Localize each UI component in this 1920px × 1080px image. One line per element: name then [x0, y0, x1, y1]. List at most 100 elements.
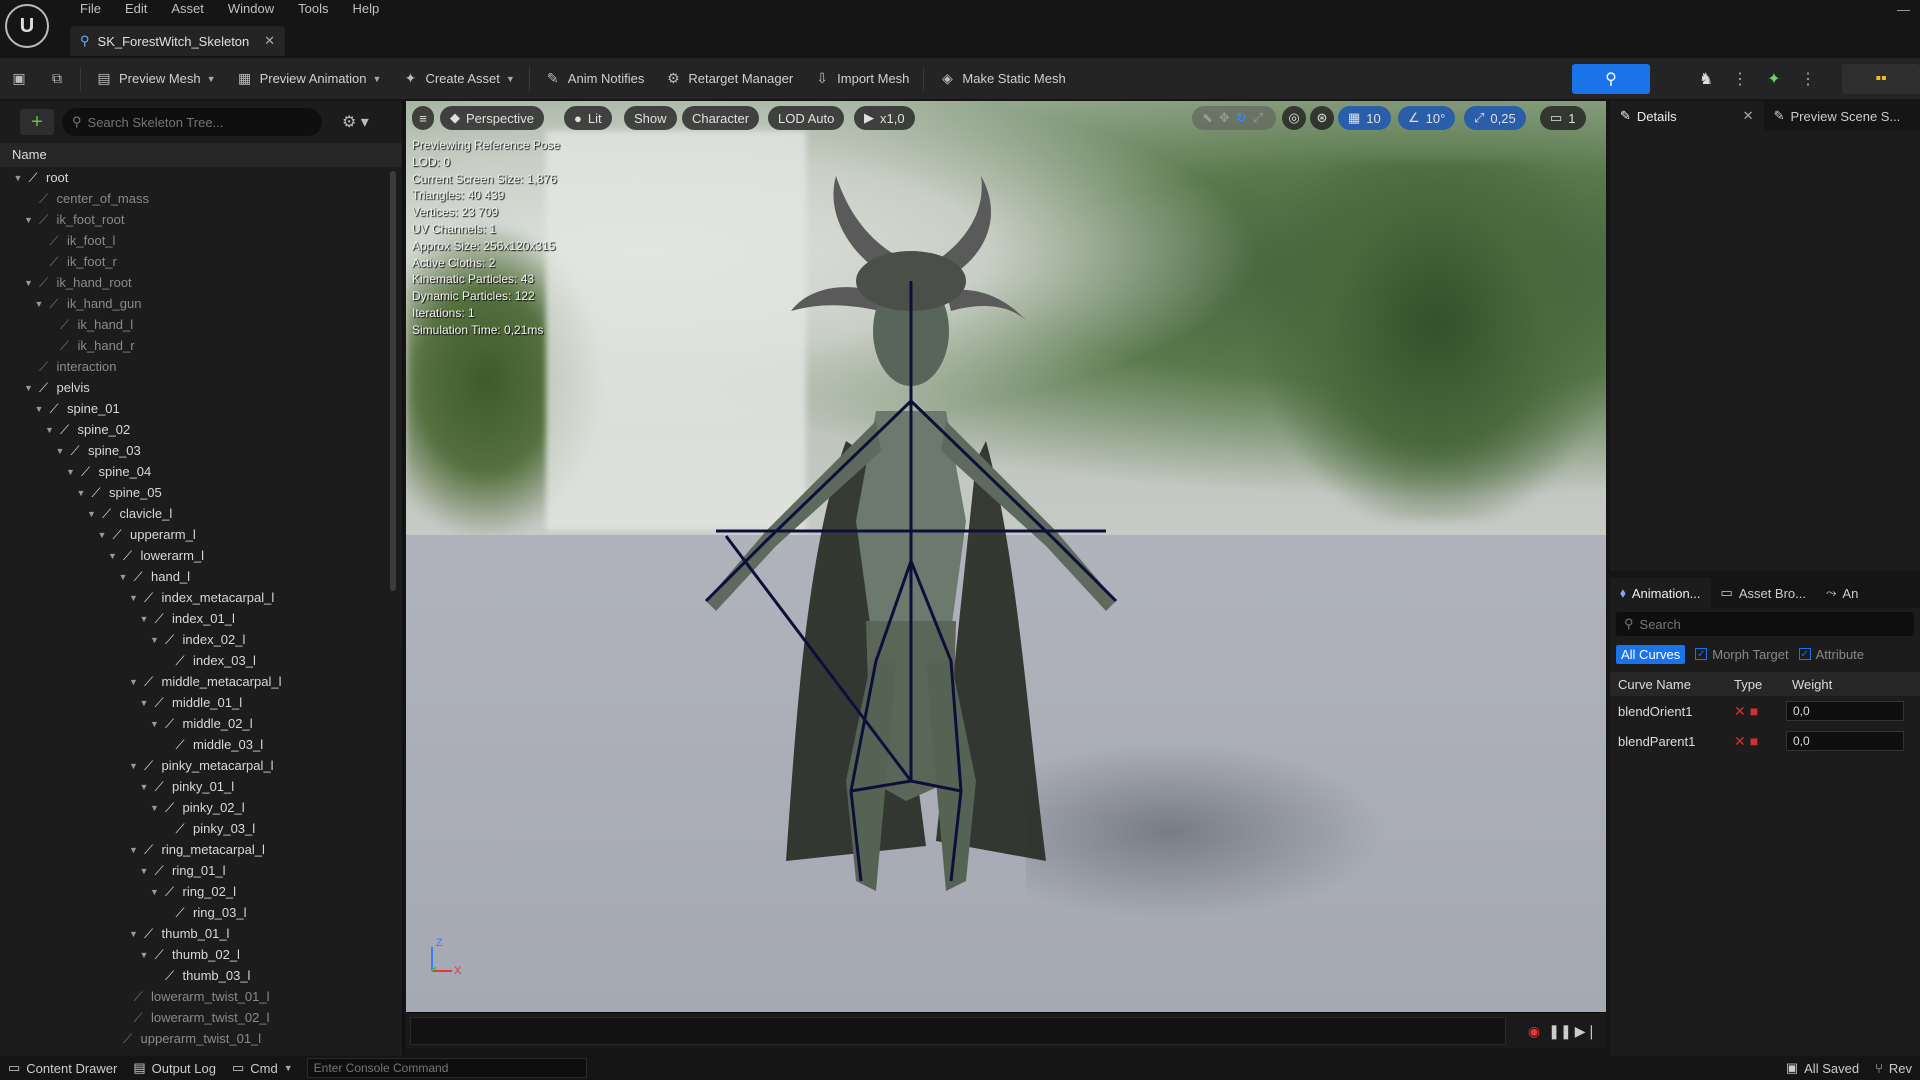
create-asset-button[interactable]: ✦ Create Asset ▼	[391, 63, 524, 95]
skeleton-tree-search[interactable]: ⚲	[62, 108, 322, 136]
expand-arrow-icon[interactable]: ▼	[86, 509, 98, 519]
tree-row[interactable]: ⟋ index_03_l	[0, 650, 390, 671]
local-space-button[interactable]: ◎	[1282, 106, 1306, 130]
tree-row[interactable]: ⟋ ik_foot_r	[0, 251, 390, 272]
tree-row[interactable]: ▼ ⟋ spine_02	[0, 419, 390, 440]
tree-row[interactable]: ⟋ interaction	[0, 356, 390, 377]
preview-viewport[interactable]: ≡ ◆ Perspective ● Lit Show Character LOD A…	[406, 101, 1606, 1012]
console-input[interactable]	[307, 1059, 586, 1077]
expand-arrow-icon[interactable]: ▼	[149, 887, 161, 897]
tree-row[interactable]: ▼ ⟋ ring_01_l	[0, 860, 390, 881]
expand-arrow-icon[interactable]: ▼	[23, 383, 35, 393]
tree-row[interactable]: ▼ ⟋ index_02_l	[0, 629, 390, 650]
lod-button[interactable]: LOD Auto	[768, 106, 845, 130]
expand-arrow-icon[interactable]: ▼	[149, 803, 161, 813]
perspective-button[interactable]: ◆ Perspective	[440, 106, 544, 130]
expand-arrow-icon[interactable]: ▼	[128, 677, 140, 687]
menu-asset[interactable]: Asset	[159, 0, 216, 18]
tree-row[interactable]: ⟋ ik_hand_l	[0, 314, 390, 335]
tree-row[interactable]: ▼ ⟋ thumb_01_l	[0, 923, 390, 944]
preview-animation-button[interactable]: ▦ Preview Animation ▼	[226, 63, 392, 95]
viewport-menu-button[interactable]: ≡	[412, 106, 434, 130]
tree-row[interactable]: ⟋ ik_hand_r	[0, 335, 390, 356]
tree-row[interactable]: ▼ ⟋ middle_metacarpal_l	[0, 671, 390, 692]
tree-row[interactable]: ▼ ⟋ root	[0, 167, 390, 188]
expand-arrow-icon[interactable]: ▼	[33, 404, 45, 414]
output-log-button[interactable]: ▤ Output Log	[125, 1056, 224, 1080]
camera-speed-button[interactable]: ▭ 1	[1540, 106, 1586, 130]
unreal-logo[interactable]: U	[5, 4, 49, 48]
tree-row[interactable]: ▼ ⟋ thumb_02_l	[0, 944, 390, 965]
tree-row[interactable]: ▼ ⟋ spine_04	[0, 461, 390, 482]
transform-tools[interactable]: ⬉ ✥ ↻ ⤢	[1192, 106, 1276, 130]
animation-mode-button[interactable]: ✦	[1754, 64, 1794, 94]
expand-arrow-icon[interactable]: ▼	[75, 488, 87, 498]
lit-button[interactable]: ● Lit	[564, 106, 612, 130]
tree-row[interactable]: ⟋ ring_03_l	[0, 902, 390, 923]
expand-arrow-icon[interactable]: ▼	[138, 698, 150, 708]
grid-snap-button[interactable]: ▦ 10	[1338, 106, 1391, 130]
import-mesh-button[interactable]: ⇩ Import Mesh	[803, 63, 919, 95]
pause-button[interactable]: ❚❚	[1548, 1019, 1572, 1043]
tree-row[interactable]: ▼ ⟋ middle_02_l	[0, 713, 390, 734]
filter-morph-target[interactable]: ✓ Morph Target	[1695, 647, 1789, 662]
expand-arrow-icon[interactable]: ▼	[149, 635, 161, 645]
tab-details[interactable]: ✎ Details ✕	[1610, 101, 1764, 131]
skeleton-tree-search-input[interactable]	[87, 114, 298, 130]
expand-arrow-icon[interactable]: ▼	[65, 467, 77, 477]
expand-arrow-icon[interactable]: ▼	[128, 593, 140, 603]
tree-row[interactable]: ▼ ⟋ pinky_01_l	[0, 776, 390, 797]
curve-search[interactable]: ⚲	[1616, 612, 1914, 636]
tree-row[interactable]: ▼ ⟋ ring_metacarpal_l	[0, 839, 390, 860]
expand-arrow-icon[interactable]: ▼	[96, 530, 108, 540]
document-tab[interactable]: ⚲ SK_ForestWitch_Skeleton ✕	[70, 26, 285, 56]
scale-snap-button[interactable]: ⤢ 0,25	[1464, 106, 1526, 130]
menu-window[interactable]: Window	[216, 0, 286, 18]
rotation-snap-button[interactable]: ∠ 10°	[1398, 106, 1456, 130]
save-button[interactable]: ▣	[0, 63, 38, 95]
tree-row[interactable]: ▼ ⟋ index_metacarpal_l	[0, 587, 390, 608]
expand-arrow-icon[interactable]: ▼	[44, 425, 56, 435]
add-socket-button[interactable]: +	[20, 109, 54, 135]
record-button[interactable]: ◉	[1522, 1019, 1546, 1043]
preview-mesh-button[interactable]: ▤ Preview Mesh ▼	[85, 63, 226, 95]
expand-arrow-icon[interactable]: ▼	[54, 446, 66, 456]
menu-help[interactable]: Help	[340, 0, 391, 18]
expand-arrow-icon[interactable]: ▼	[128, 761, 140, 771]
expand-arrow-icon[interactable]: ▼	[12, 173, 24, 183]
menu-edit[interactable]: Edit	[113, 0, 159, 18]
menu-file[interactable]: File	[68, 0, 113, 18]
show-button[interactable]: Show	[624, 106, 677, 130]
settings-icon[interactable]: ⚙ ▾	[342, 112, 369, 132]
menu-tools[interactable]: Tools	[286, 0, 340, 18]
tree-row[interactable]: ▼ ⟋ pelvis	[0, 377, 390, 398]
character-button[interactable]: Character	[682, 106, 760, 130]
tree-row[interactable]: ⟋ middle_03_l	[0, 734, 390, 755]
tab-asset-browser[interactable]: ▭ Asset Bro...	[1711, 578, 1817, 608]
content-drawer-button[interactable]: ▭ Content Drawer	[0, 1056, 125, 1080]
curve-weight-input[interactable]	[1786, 701, 1904, 721]
tree-row[interactable]: ▼ ⟋ spine_01	[0, 398, 390, 419]
tree-row[interactable]: ▼ ⟋ spine_05	[0, 482, 390, 503]
tree-row[interactable]: ⟋ lowerarm_twist_02_l	[0, 1007, 390, 1028]
browse-button[interactable]: ⧉	[38, 63, 76, 95]
tree-row[interactable]: ▼ ⟋ hand_l	[0, 566, 390, 587]
tree-row[interactable]: ▼ ⟋ middle_01_l	[0, 692, 390, 713]
mesh-mode-button[interactable]: ♞	[1686, 64, 1726, 94]
expand-arrow-icon[interactable]: ▼	[23, 278, 35, 288]
close-icon[interactable]: ✕	[1743, 108, 1754, 124]
step-forward-button[interactable]: ▶❘	[1574, 1019, 1598, 1043]
skeleton-mode-button[interactable]: ⚲	[1572, 63, 1650, 94]
all-saved-button[interactable]: ▣ All Saved	[1778, 1056, 1867, 1080]
expand-arrow-icon[interactable]: ▼	[33, 299, 45, 309]
expand-arrow-icon[interactable]: ▼	[128, 845, 140, 855]
tree-row[interactable]: ▼ ⟋ spine_03	[0, 440, 390, 461]
expand-arrow-icon[interactable]: ▼	[107, 551, 119, 561]
tab-more[interactable]: ⤳ An	[1816, 578, 1868, 608]
expand-arrow-icon[interactable]: ▼	[128, 929, 140, 939]
tree-row[interactable]: ⟋ pinky_03_l	[0, 818, 390, 839]
tree-row[interactable]: ▼ ⟋ index_01_l	[0, 608, 390, 629]
playback-rate-button[interactable]: ▶ x1,0	[854, 106, 915, 130]
expand-arrow-icon[interactable]: ▼	[23, 215, 35, 225]
tab-preview-scene[interactable]: ✎ Preview Scene S...	[1764, 101, 1911, 131]
